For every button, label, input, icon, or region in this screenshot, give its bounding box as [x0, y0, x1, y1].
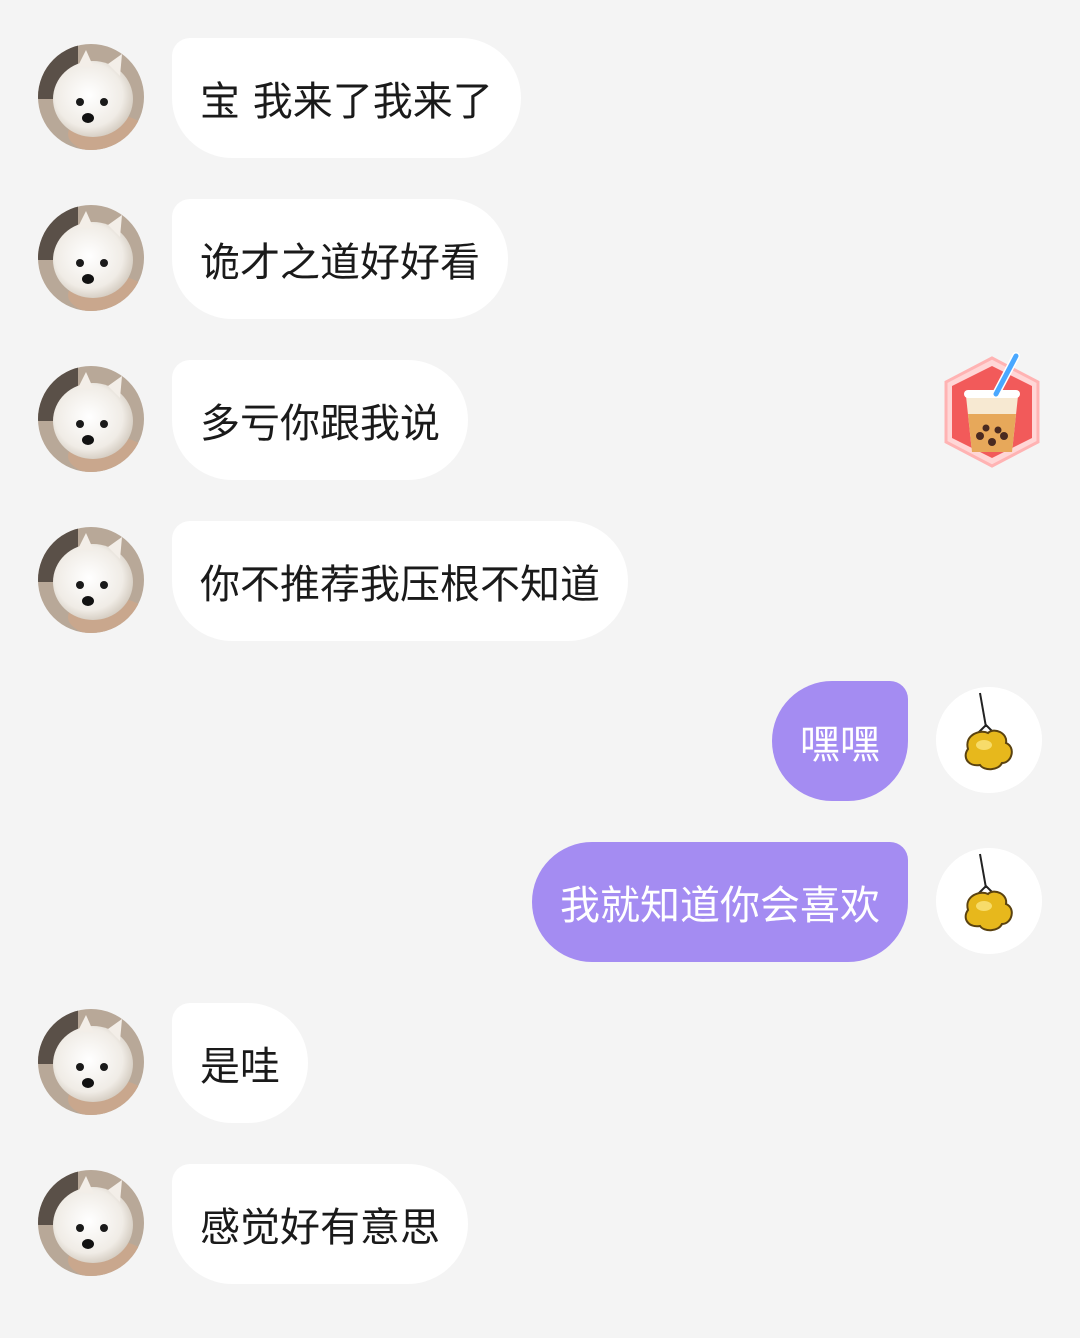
message-bubble[interactable]: 感觉好有意思: [172, 1164, 468, 1284]
message-text: 我就知道你会喜欢: [560, 883, 880, 929]
message-row-incoming: 你不推荐我压根不知道: [0, 521, 1080, 641]
message-text: 多亏你跟我说: [200, 401, 440, 447]
message-text: 嘿嘿: [800, 722, 880, 768]
dog-avatar[interactable]: [38, 366, 144, 472]
dog-avatar[interactable]: [38, 1170, 144, 1276]
message-bubble[interactable]: 诡才之道好好看: [172, 199, 508, 319]
message-text: 宝 我来了我来了: [200, 79, 493, 125]
bubble-tea-icon[interactable]: [936, 350, 1048, 474]
dog-avatar[interactable]: [38, 44, 144, 150]
message-row-outgoing: 我就知道你会喜欢: [0, 842, 1080, 962]
dog-avatar[interactable]: [38, 527, 144, 633]
gold-charm-avatar[interactable]: [936, 687, 1042, 793]
message-text: 是哇: [200, 1044, 280, 1090]
message-row-incoming: 感觉好有意思: [0, 1164, 1080, 1284]
message-row-incoming: 诡才之道好好看: [0, 199, 1080, 319]
message-row-outgoing: 嘿嘿: [0, 681, 1080, 801]
message-row-incoming: 宝 我来了我来了: [0, 38, 1080, 158]
message-bubble[interactable]: 多亏你跟我说: [172, 360, 468, 480]
dog-avatar[interactable]: [38, 205, 144, 311]
gold-charm-avatar[interactable]: [936, 848, 1042, 954]
message-row-incoming: 是哇: [0, 1003, 1080, 1123]
message-text: 感觉好有意思: [200, 1205, 440, 1251]
message-bubble[interactable]: 我就知道你会喜欢: [532, 842, 908, 962]
dog-avatar[interactable]: [38, 1009, 144, 1115]
message-text: 诡才之道好好看: [200, 240, 480, 286]
message-bubble[interactable]: 宝 我来了我来了: [172, 38, 521, 158]
message-bubble[interactable]: 你不推荐我压根不知道: [172, 521, 628, 641]
message-row-incoming: 多亏你跟我说: [0, 360, 1080, 480]
chat-thread: 宝 我来了我来了 诡才之道好好看 多亏你跟我说 你不推荐我压根不知道 嘿嘿 我就…: [0, 0, 1080, 1338]
message-bubble[interactable]: 是哇: [172, 1003, 308, 1123]
message-text: 你不推荐我压根不知道: [200, 562, 600, 608]
message-bubble[interactable]: 嘿嘿: [772, 681, 908, 801]
